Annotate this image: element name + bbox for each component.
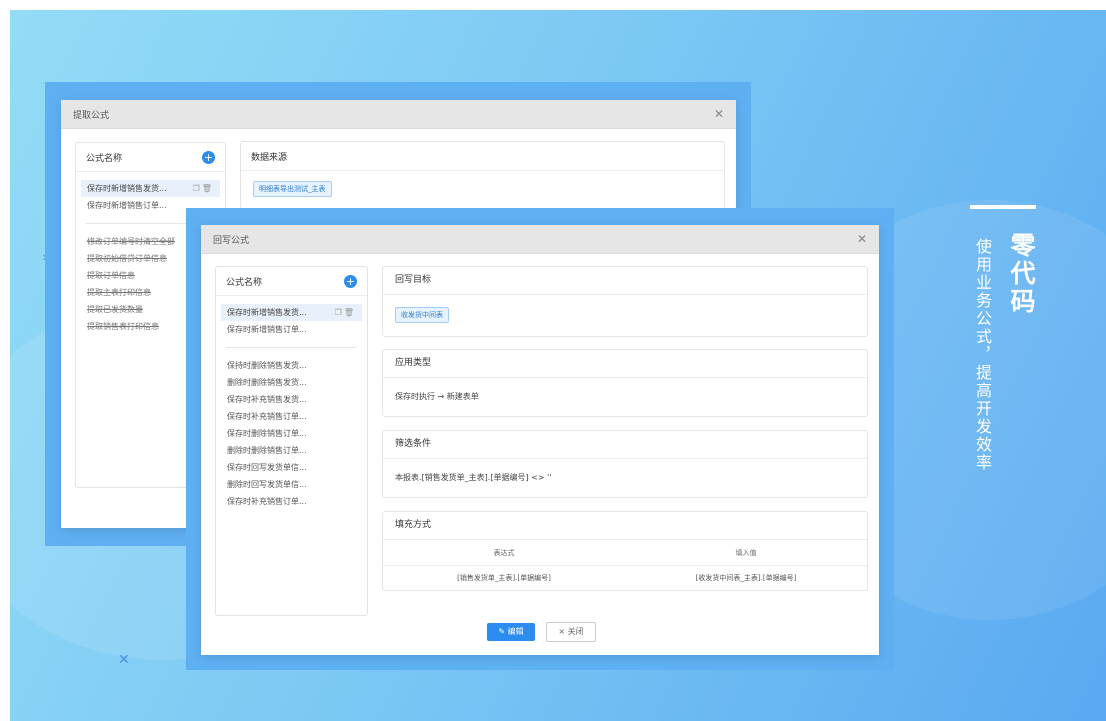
list-item[interactable]: 保存时补充销售订单... (216, 408, 367, 425)
dialog-title: 回写公式 (213, 235, 250, 246)
datasource-tag[interactable]: 明细表导出测试_主表 (253, 181, 332, 197)
copy-delete-icons[interactable]: ❐🗑 (335, 308, 356, 317)
fill-method-section: 填充方式 表达式 填入值 [销售发货单_主表].[单据编号] [收发货中间表_主… (382, 511, 868, 591)
list-item[interactable]: 删除时删除销售发货... (216, 374, 367, 391)
list-item-label: 保存时新增销售发货... (87, 184, 167, 193)
copy-delete-icons[interactable]: ❐🗑 (193, 184, 214, 193)
accent-bar (970, 205, 1036, 209)
fill-table-header-row: 表达式 填入值 (383, 540, 867, 566)
formula-list-panel: 公式名称 + 保存时新增销售发货... ❐🗑 保存时新增销售订单... 保持时删… (215, 266, 368, 616)
close-button[interactable]: × 关闭 (546, 622, 596, 642)
filter-section: 筛选条件 本报表.[销售发货单_主表].[单据编号] <> '' (382, 430, 868, 498)
list-item[interactable]: 保持时删除销售发货... (216, 357, 367, 374)
fill-method-header: 填充方式 (383, 512, 867, 540)
side-subtitle: 使用业务公式，提高开发效率 (973, 238, 992, 472)
list-item-label: 保存时新增销售发货... (227, 308, 307, 317)
apply-type-section: 应用类型 保存时执行 → 新建表单 (382, 349, 868, 417)
list-item[interactable]: 保存时新增销售订单... (216, 321, 367, 338)
close-icon[interactable]: ✕ (857, 232, 867, 246)
column-header: 填入值 (735, 548, 757, 557)
formula-list-header: 公式名称 + (76, 143, 225, 172)
decorative-cross-icon: ✕ (118, 652, 130, 668)
target-tag[interactable]: 收发货中间表 (395, 307, 449, 323)
apply-type-value: 保存时执行 → 新建表单 (395, 392, 479, 401)
formula-list-header: 公式名称 + (216, 267, 367, 296)
target-header: 回写目标 (383, 267, 867, 295)
list-item[interactable]: 保存时补充销售发货... (216, 391, 367, 408)
divider (226, 347, 357, 348)
table-cell: [收发货中间表_主表].[单据编号] (695, 574, 797, 582)
formula-list-title: 公式名称 (226, 277, 263, 288)
datasource-header: 数据来源 (241, 142, 724, 171)
column-header: 表达式 (493, 548, 515, 557)
side-title: 零代码 (1007, 232, 1036, 316)
list-item[interactable]: 删除时回写发货单信... (216, 476, 367, 493)
filter-header: 筛选条件 (383, 431, 867, 459)
list-item[interactable]: 保存时回写发货单信... (216, 459, 367, 476)
list-item-selected[interactable]: 保存时新增销售发货... ❐🗑 (81, 180, 220, 197)
list-item[interactable]: 保存时补充销售订单... (216, 493, 367, 510)
filter-value: 本报表.[销售发货单_主表].[单据编号] <> '' (395, 473, 552, 482)
table-row[interactable]: [销售发货单_主表].[单据编号] [收发货中间表_主表].[单据编号] (383, 566, 867, 590)
close-icon[interactable]: ✕ (714, 107, 724, 121)
list-item[interactable]: 保存时删除销售订单... (216, 425, 367, 442)
list-item-selected[interactable]: 保存时新增销售发货... ❐🗑 (221, 304, 362, 321)
add-formula-icon[interactable]: + (344, 274, 357, 288)
list-item[interactable]: 删除时删除销售订单... (216, 442, 367, 459)
writeback-formula-dialog: 回写公式 ✕ 公式名称 + 保存时新增销售发货... ❐🗑 保存时新增销售订单.… (201, 225, 879, 655)
target-section: 回写目标 收发货中间表 (382, 266, 868, 337)
dialog-title: 提取公式 (73, 110, 110, 121)
dialog-header: 提取公式 ✕ (61, 100, 736, 129)
datasource-title: 数据来源 (251, 152, 288, 163)
formula-list-title: 公式名称 (86, 153, 123, 164)
dialog-header: 回写公式 ✕ (201, 225, 879, 254)
edit-button[interactable]: ✎ 编辑 (487, 623, 535, 641)
apply-type-header: 应用类型 (383, 350, 867, 378)
add-formula-icon[interactable]: + (202, 150, 215, 164)
datasource-panel: 数据来源 明细表导出测试_主表 (240, 141, 725, 209)
table-cell: [销售发货单_主表].[单据编号] (457, 574, 551, 582)
